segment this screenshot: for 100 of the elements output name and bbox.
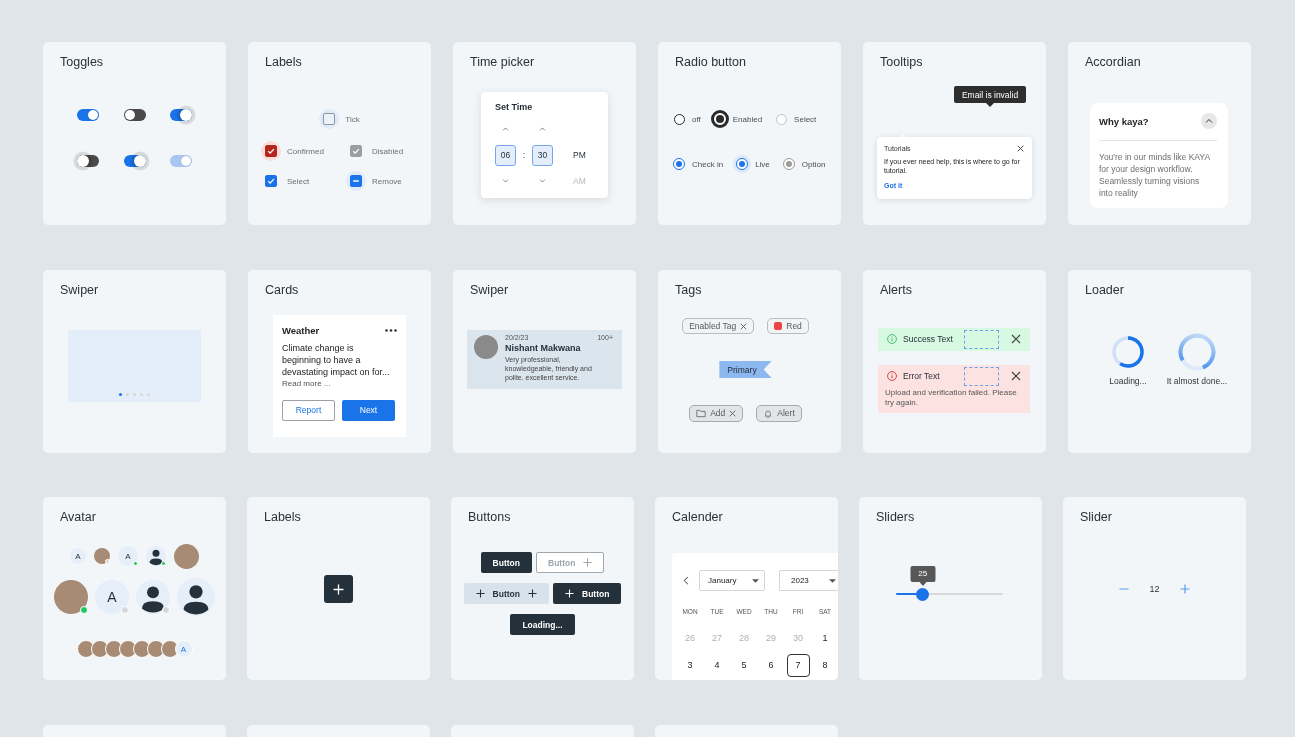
pagination-dot[interactable] <box>126 393 129 396</box>
read-more-link[interactable]: Read more ... <box>282 378 331 389</box>
tooltip: Email is invalid <box>954 86 1026 103</box>
card-title: Sliders <box>876 509 915 525</box>
pagination-dot[interactable] <box>119 393 122 396</box>
close-icon[interactable] <box>729 409 737 417</box>
alert-message: Upload and verification failed. Please try again. <box>885 387 1018 408</box>
close-icon[interactable] <box>1017 145 1024 152</box>
close-icon[interactable] <box>1011 371 1021 381</box>
calendar-day[interactable]: 1 <box>813 626 837 650</box>
initial-avatar: A <box>70 548 86 564</box>
close-icon[interactable] <box>740 322 748 330</box>
chevron-up-icon[interactable] <box>1201 113 1217 129</box>
card-title: Radio button <box>675 54 746 70</box>
card-title: Loader <box>1085 281 1124 298</box>
chevron-down-icon[interactable] <box>502 179 509 183</box>
plus-icon <box>333 583 344 595</box>
month-dropdown[interactable]: January <box>699 570 765 591</box>
card-title: Cards <box>265 281 299 298</box>
minute-field[interactable]: 30 <box>532 144 553 166</box>
checkbox-label: Tick <box>345 114 360 124</box>
card-title: Slider <box>1080 509 1112 525</box>
tag-label: Red <box>786 321 802 331</box>
calendar-day[interactable]: 6 <box>759 653 783 677</box>
radio-label: Check in <box>692 159 724 169</box>
chevron-down-icon[interactable] <box>539 179 546 183</box>
primary-button[interactable]: Button <box>553 583 622 604</box>
card-title: Avatar <box>60 509 96 525</box>
time-separator: : <box>522 150 526 160</box>
plus-icon <box>475 589 485 598</box>
checkbox-label: Disabled <box>372 146 404 156</box>
chevron-left-icon[interactable] <box>683 576 689 585</box>
checkmark-icon <box>267 177 275 185</box>
pagination-dot[interactable] <box>140 393 143 396</box>
plus-icon <box>583 558 593 567</box>
pagination-dot[interactable] <box>147 393 150 396</box>
checkbox[interactable] <box>265 175 277 187</box>
card-heading: Weather <box>282 325 320 336</box>
card-title: Labels <box>264 509 301 525</box>
chevron-up-icon[interactable] <box>502 127 509 131</box>
spinner-icon <box>1178 332 1216 371</box>
add-button[interactable] <box>324 575 353 603</box>
primary-button[interactable]: Button <box>480 552 532 573</box>
radio-label: Live <box>755 159 770 169</box>
avatar-photo <box>54 580 88 614</box>
calendar-day[interactable]: 8 <box>813 653 837 677</box>
alert-title: Error Text <box>903 371 940 381</box>
person-icon <box>177 578 215 616</box>
tooltip-pointer-icon <box>986 103 994 107</box>
primary-button[interactable]: Next <box>342 399 395 421</box>
card-title: Calender <box>672 509 723 525</box>
close-icon[interactable] <box>1011 334 1021 344</box>
year-dropdown[interactable]: 2023 <box>779 570 838 591</box>
secondary-button[interactable]: Report <box>282 399 335 421</box>
avatar-photo <box>94 548 110 564</box>
chevron-up-icon[interactable] <box>539 127 546 131</box>
info-icon <box>887 334 897 344</box>
tag-label: Add <box>710 408 726 418</box>
period-option[interactable]: PM <box>573 150 586 160</box>
card-title: Time picker <box>470 54 535 70</box>
calendar-day[interactable]: 7 <box>786 653 810 677</box>
card-title: Swiper <box>60 281 99 298</box>
radio-button[interactable] <box>733 155 752 173</box>
initial-avatar: A <box>95 580 129 614</box>
more-icon[interactable] <box>385 329 397 332</box>
spinner-icon <box>1112 335 1144 368</box>
card-title: Swiper <box>470 281 509 298</box>
calendar-day[interactable]: 5 <box>732 653 756 677</box>
pagination-dot[interactable] <box>133 393 136 396</box>
tertiary-button[interactable]: Button <box>463 583 549 604</box>
card-title: Alerts <box>880 281 912 298</box>
checkbox-label: Select <box>287 176 310 186</box>
slider-track[interactable] <box>896 587 1003 601</box>
tag-label: Enabled Tag <box>689 321 737 331</box>
radio-label: Option <box>801 159 826 169</box>
folder-icon <box>696 408 707 418</box>
avatar-photo <box>76 640 95 658</box>
time-picker-title: Set Time <box>495 102 533 112</box>
avatar-photo <box>174 543 199 569</box>
tag-label: Alert <box>777 408 795 418</box>
slider-thumb[interactable] <box>916 587 930 601</box>
radio-label: Enabled <box>732 114 763 124</box>
calendar-day[interactable]: 3 <box>678 653 702 677</box>
checkmark-icon <box>267 147 275 155</box>
hour-field[interactable]: 06 <box>495 144 516 166</box>
calendar-day[interactable]: 4 <box>705 653 729 677</box>
accordion-title: Why kaya? <box>1099 115 1149 127</box>
reviewer-name: Nishant Makwana <box>505 342 581 354</box>
placeholder-frame <box>964 366 999 386</box>
card-title: Tags <box>675 281 702 298</box>
radio-label: off <box>692 114 701 124</box>
card-title: Buttons <box>468 509 511 525</box>
caret-down-icon <box>752 578 759 583</box>
radio-button[interactable] <box>710 110 729 128</box>
primary-button[interactable]: Loading... <box>510 614 575 635</box>
plus-icon[interactable] <box>1179 584 1190 594</box>
info-icon <box>887 371 897 381</box>
stepper-value: 12 <box>1149 584 1160 594</box>
card-title: Labels <box>265 54 302 70</box>
checkbox[interactable] <box>350 145 362 157</box>
